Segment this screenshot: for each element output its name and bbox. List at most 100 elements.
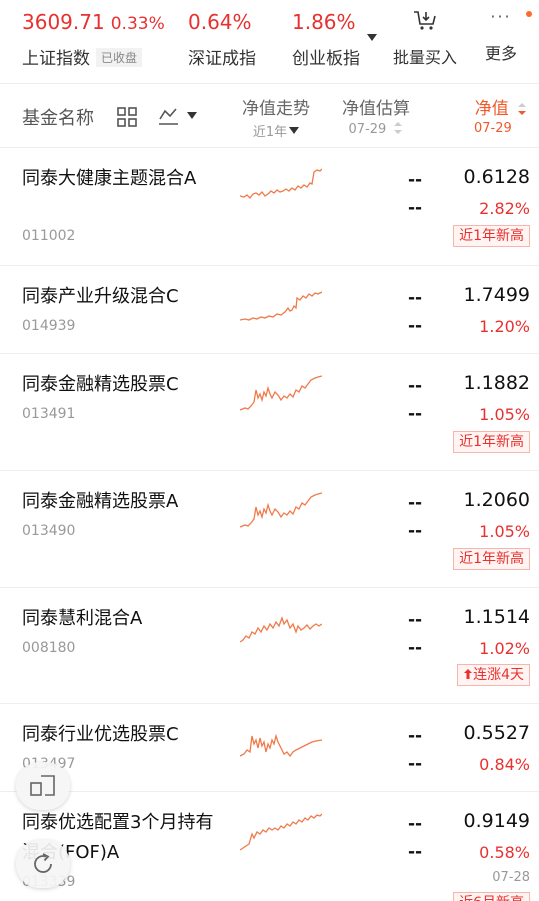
- sort-icon: [394, 122, 403, 134]
- fund-code: 008180: [22, 640, 76, 656]
- header-trend-label: 净值走势: [242, 99, 310, 119]
- estimate-change: --: [407, 198, 423, 218]
- nav-value: 1.7499: [463, 284, 530, 306]
- index-bar: 3609.71 0.33% 上证指数 已收盘 0.64% 深证成指 1.86% 创业…: [0, 0, 539, 84]
- trend-sparkline: [240, 492, 322, 528]
- market-closed-badge: 已收盘: [96, 48, 143, 67]
- line-chart-icon: [159, 108, 178, 125]
- estimate-change: --: [407, 842, 423, 862]
- estimate-change: --: [407, 754, 423, 774]
- header-estimate-date: 07-29: [348, 122, 387, 137]
- fund-row[interactable]: 同泰行业优选股票C 013497 -- -- 0.5527 0.84%: [0, 704, 539, 792]
- fund-name: 同泰金融精选股票C: [22, 374, 179, 395]
- refresh-icon: [34, 853, 52, 873]
- nav-value: 0.9149: [463, 810, 530, 832]
- batch-buy-icon: [414, 11, 436, 30]
- status-badge: 近6月新高: [453, 892, 530, 901]
- chevron-down-icon: [187, 112, 198, 119]
- nav-change: 1.05%: [479, 522, 530, 541]
- fund-code: 013490: [22, 523, 76, 539]
- index-change: 0.33%: [110, 14, 165, 34]
- streak-text: 连涨4天: [473, 667, 524, 683]
- index-chinext[interactable]: 1.86% 创业板指: [292, 10, 360, 69]
- status-badge: 近1年新高: [453, 548, 530, 570]
- trend-sparkline: [240, 616, 322, 643]
- index-value: 3609.71: [22, 10, 105, 34]
- nav-value: 1.1882: [463, 372, 530, 394]
- streak-badge: 连涨4天: [457, 664, 530, 686]
- estimate-value: --: [407, 288, 423, 308]
- estimate-change: --: [407, 521, 423, 541]
- trend-sparkline: [240, 291, 322, 321]
- batch-buy-label: 批量买入: [392, 48, 457, 67]
- estimate-value: --: [407, 610, 423, 630]
- index-change: 1.86%: [292, 10, 356, 34]
- fund-name: 同泰产业升级混合C: [22, 286, 179, 307]
- split-screen-button[interactable]: [16, 762, 70, 810]
- batch-buy-button[interactable]: 批量买入: [392, 10, 458, 68]
- fund-row[interactable]: 同泰产业升级混合C 014939 -- -- 1.7499 1.20%: [0, 266, 539, 354]
- header-trend-period: 近1年: [252, 125, 288, 140]
- arrow-up-icon: [464, 669, 473, 679]
- fund-row[interactable]: 同泰优选配置3个月持有混合(FOF)A 013339 -- -- 0.9149 …: [0, 792, 539, 901]
- header-nav[interactable]: 净值 07-29: [466, 94, 536, 136]
- nav-date: 07-28: [492, 870, 530, 885]
- header-nav-label: 净值: [474, 99, 509, 119]
- nav-change: 1.02%: [479, 639, 530, 658]
- index-name: 创业板指: [292, 49, 360, 69]
- fund-row[interactable]: 同泰慧利混合A 008180 -- -- 1.1514 1.02% 连涨4天: [0, 588, 539, 704]
- notification-dot: [526, 11, 532, 17]
- fund-code: 013491: [22, 406, 76, 422]
- estimate-change: --: [407, 316, 423, 336]
- index-switch-caret-icon[interactable]: [367, 34, 377, 41]
- status-badge: 近1年新高: [453, 431, 530, 453]
- fund-name: 同泰行业优选股票C: [22, 724, 179, 745]
- split-screen-icon: [30, 775, 55, 796]
- nav-value: 1.1514: [463, 606, 530, 628]
- fund-name: 同泰大健康主题混合A: [22, 168, 197, 189]
- nav-change: 1.05%: [479, 405, 530, 424]
- estimate-value: --: [407, 726, 423, 746]
- index-szse[interactable]: 0.64% 深证成指: [188, 10, 256, 69]
- index-change: 0.64%: [188, 10, 252, 34]
- fund-row[interactable]: 同泰大健康主题混合A 011002 -- -- 0.6128 2.82% 近1年…: [0, 148, 539, 266]
- index-sse[interactable]: 3609.71 0.33% 上证指数 已收盘: [22, 10, 165, 69]
- estimate-value: --: [407, 493, 423, 513]
- estimate-value: --: [407, 814, 423, 834]
- index-name: 上证指数: [22, 49, 90, 69]
- header-trend[interactable]: 净值走势 近1年: [228, 94, 324, 140]
- trend-sparkline: [240, 375, 322, 411]
- status-badge: 近1年新高: [453, 225, 530, 247]
- nav-value: 1.2060: [463, 489, 530, 511]
- nav-change: 2.82%: [479, 199, 530, 218]
- fund-name: 同泰金融精选股票A: [22, 491, 179, 512]
- trend-sparkline: [240, 813, 322, 851]
- trend-sparkline: [240, 168, 322, 199]
- header-fund-name: 基金名称: [22, 108, 94, 129]
- fund-code: 014939: [22, 318, 76, 334]
- fund-name: 同泰慧利混合A: [22, 608, 143, 629]
- grid-view-icon[interactable]: [117, 107, 137, 127]
- nav-value: 0.5527: [463, 722, 530, 744]
- more-icon: ···: [490, 7, 512, 26]
- fund-code: 011002: [22, 228, 76, 244]
- estimate-change: --: [407, 638, 423, 658]
- table-header: 基金名称 净值走势 近1年 净值估算 07-29 净值 07-29: [0, 84, 539, 148]
- nav-change: 0.84%: [479, 755, 530, 774]
- header-estimate-label: 净值估算: [342, 99, 410, 119]
- index-name: 深证成指: [188, 49, 256, 69]
- nav-change: 0.58%: [479, 843, 530, 862]
- more-button[interactable]: ··· 更多: [480, 7, 522, 64]
- fund-row[interactable]: 同泰金融精选股票C 013491 -- -- 1.1882 1.05% 近1年新…: [0, 354, 539, 471]
- trend-sparkline: [240, 733, 322, 758]
- estimate-change: --: [407, 404, 423, 424]
- header-estimate[interactable]: 净值估算 07-29: [330, 94, 422, 137]
- nav-value: 0.6128: [463, 166, 530, 188]
- fund-row[interactable]: 同泰金融精选股票A 013490 -- -- 1.2060 1.05% 近1年新…: [0, 471, 539, 588]
- estimate-value: --: [407, 376, 423, 396]
- nav-change: 1.20%: [479, 317, 530, 336]
- refresh-button[interactable]: [16, 840, 70, 888]
- more-label: 更多: [484, 44, 517, 63]
- chevron-down-icon: [289, 127, 300, 134]
- chart-mode-toggle[interactable]: [158, 106, 198, 130]
